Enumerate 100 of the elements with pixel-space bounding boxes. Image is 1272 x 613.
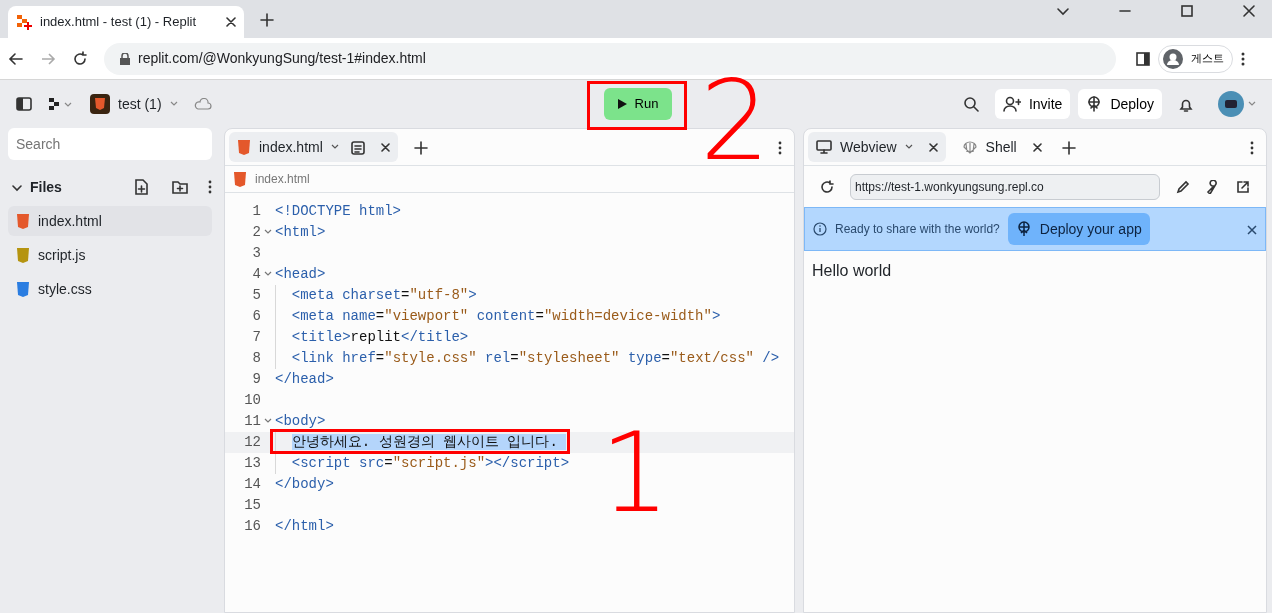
cloud-icon <box>193 98 212 110</box>
close-icon[interactable] <box>226 17 236 27</box>
avatar-icon <box>1163 48 1183 69</box>
line-number: 8 <box>251 349 261 368</box>
app-logo-icon <box>16 14 32 30</box>
document-icon[interactable] <box>350 140 365 155</box>
line-number: 9 <box>251 370 261 389</box>
line-number: 13 <box>243 454 261 473</box>
lock-icon <box>120 52 130 65</box>
line-number: 11 <box>243 412 261 431</box>
code-line: <meta name="viewport" content="width=device-width"> <box>275 306 721 327</box>
html-file-icon <box>237 139 251 155</box>
code-line: <link href="style.css" rel="stylesheet" type="text/css" /> <box>275 348 780 369</box>
panel-tab[interactable]: Webview <box>808 132 946 162</box>
section-title[interactable]: Files <box>30 176 126 198</box>
external-link-icon[interactable] <box>1236 179 1250 194</box>
reload-icon[interactable] <box>72 50 88 67</box>
code-line: 안녕하세요. 성원경의 웹사이트 입니다. <box>275 432 569 453</box>
editor-tab[interactable]: index.html <box>229 132 398 162</box>
close-icon[interactable] <box>928 143 938 153</box>
code-line: <html> <box>275 223 326 242</box>
code-line: <title>replit</title> <box>275 327 469 348</box>
line-number: 14 <box>243 475 261 494</box>
invite-button[interactable]: Invite <box>994 89 1071 119</box>
chevron-down-icon <box>169 101 178 107</box>
chevron-down-icon <box>330 144 339 150</box>
close-icon[interactable] <box>1242 4 1256 18</box>
code-line: <head> <box>275 265 326 284</box>
file-item[interactable]: script.js <box>8 240 212 270</box>
maximize-icon[interactable] <box>1180 4 1194 18</box>
side-panel-icon[interactable] <box>1136 51 1150 66</box>
line-number: 7 <box>251 328 261 347</box>
page-content-text: Hello world <box>812 262 892 279</box>
search-icon[interactable] <box>962 96 979 112</box>
line-number: 12 <box>243 433 261 452</box>
add-tab-icon[interactable] <box>1061 140 1076 155</box>
project-menu[interactable]: test (1) <box>90 93 178 115</box>
fold-icon[interactable] <box>264 270 272 277</box>
deploy-icon <box>1086 96 1103 112</box>
line-number: 3 <box>251 244 261 263</box>
fold-icon[interactable] <box>264 417 272 424</box>
banner-text: Ready to share with the world? <box>835 221 1000 238</box>
search-field[interactable]: Search <box>8 128 212 160</box>
address-field[interactable]: replit.com/@WonkyungSung/test-1#index.html <box>104 42 1116 75</box>
play-icon <box>617 99 627 109</box>
close-icon[interactable] <box>1247 224 1257 235</box>
chevron-down-icon <box>1248 101 1256 107</box>
code-line: <body> <box>275 412 326 431</box>
chevron-down-icon <box>12 182 22 193</box>
person-add-icon <box>1002 96 1021 112</box>
html-file-icon <box>90 94 110 114</box>
html-file-icon <box>233 171 247 187</box>
project-name: test (1) <box>118 94 162 114</box>
deploy-icon <box>1015 221 1032 237</box>
line-number: 16 <box>243 517 261 536</box>
line-number: 2 <box>251 223 261 242</box>
code-line: <script src="script.js"></script> <box>275 453 570 474</box>
deploy-button[interactable]: Deploy <box>1078 89 1162 119</box>
user-avatar[interactable] <box>1218 91 1256 117</box>
back-icon[interactable] <box>8 50 24 67</box>
line-number: 10 <box>243 391 261 410</box>
add-tab-icon[interactable] <box>413 140 428 155</box>
pencil-icon[interactable] <box>1176 179 1190 194</box>
panel-tab[interactable]: Shell <box>953 132 1050 162</box>
info-icon <box>813 222 827 236</box>
new-file-icon[interactable] <box>134 179 148 195</box>
more-icon[interactable] <box>1241 50 1245 67</box>
line-number: 1 <box>251 202 261 221</box>
monitor-icon <box>816 140 832 154</box>
html-file-icon <box>16 213 30 229</box>
url-field[interactable]: https://test-1.wonkyungsung.repl.co <box>850 173 1160 200</box>
avatar-icon <box>1218 91 1244 117</box>
js-file-icon <box>16 247 30 263</box>
annotation-number: 1 <box>600 418 670 528</box>
profile-button[interactable]: 게스트 <box>1158 44 1233 73</box>
reload-icon[interactable] <box>820 179 834 194</box>
more-icon[interactable] <box>208 180 212 194</box>
code-line: </body> <box>275 475 334 494</box>
more-icon[interactable] <box>1250 140 1254 155</box>
line-number: 6 <box>251 307 261 326</box>
breadcrumb[interactable]: index.html <box>255 170 310 188</box>
sidebar-toggle-icon[interactable] <box>16 96 32 112</box>
run-button[interactable]: Run <box>604 88 672 120</box>
close-icon[interactable] <box>380 143 390 153</box>
shell-icon <box>961 140 978 154</box>
code-line: </html> <box>275 517 334 536</box>
more-icon[interactable] <box>778 140 782 155</box>
line-number: 4 <box>251 265 261 284</box>
code-line: <!DOCTYPE html> <box>275 202 402 221</box>
close-icon[interactable] <box>1032 143 1042 153</box>
file-item[interactable]: index.html <box>8 206 212 236</box>
code-line: </head> <box>275 370 334 389</box>
line-number: 15 <box>243 496 261 515</box>
fold-icon[interactable] <box>264 228 272 235</box>
new-tab-icon[interactable] <box>260 13 274 28</box>
deploy-app-button[interactable]: Deploy your app <box>1007 213 1150 245</box>
file-item[interactable]: style.css <box>8 274 212 304</box>
logo-menu-icon[interactable] <box>48 97 74 111</box>
new-folder-icon[interactable] <box>172 180 188 194</box>
line-number: 5 <box>251 286 261 305</box>
